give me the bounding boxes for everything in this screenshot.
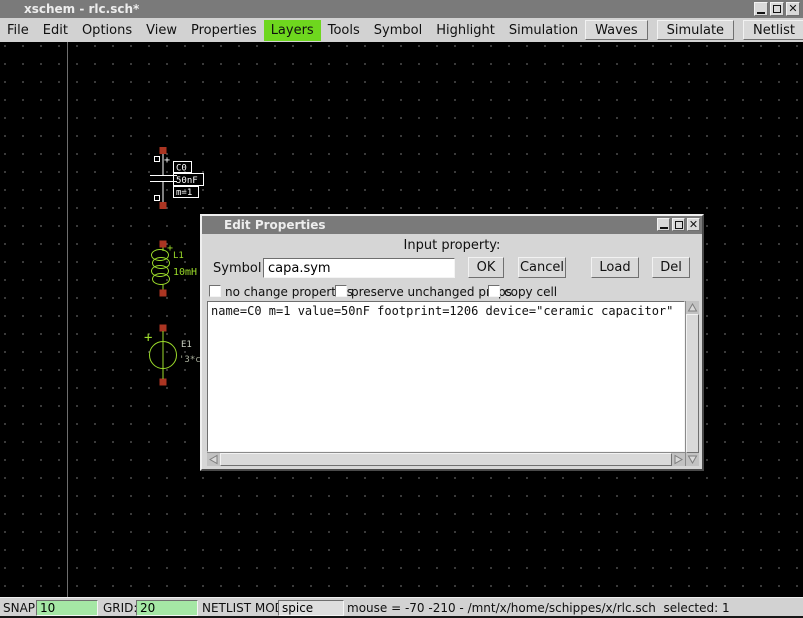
dialog-minimize-button[interactable] bbox=[657, 218, 670, 231]
capacitor-plus-sign: + bbox=[164, 155, 170, 166]
capacitor-mult-label[interactable]: m=1 bbox=[176, 188, 192, 198]
dialog-maximize-icon bbox=[675, 221, 683, 229]
menu-item-tools[interactable]: Tools bbox=[321, 20, 367, 41]
scroll-right-icon bbox=[673, 454, 684, 465]
capacitor-pin-bottom[interactable] bbox=[160, 202, 167, 209]
window-title: xschem - rlc.sch* bbox=[0, 2, 139, 16]
grid-label: GRID: bbox=[103, 601, 137, 615]
inductor-pin-top[interactable] bbox=[160, 241, 167, 248]
dialog-minimize-icon bbox=[660, 227, 668, 229]
dialog-titlebar[interactable]: Edit Properties ✕ bbox=[202, 216, 702, 234]
copy-cell-checkbox[interactable] bbox=[488, 285, 500, 297]
inductor-coil bbox=[152, 250, 170, 285]
menu-item-options[interactable]: Options bbox=[75, 20, 139, 41]
symbol-input[interactable] bbox=[263, 258, 455, 278]
menu-item-edit[interactable]: Edit bbox=[36, 20, 75, 41]
capacitor-component[interactable]: + C0 50nF m=1 bbox=[150, 147, 204, 209]
no-change-properties-label: no change properties bbox=[225, 285, 353, 299]
maximize-button[interactable] bbox=[770, 2, 784, 16]
symbol-label: Symbol bbox=[213, 261, 261, 276]
netlist-mode-input[interactable] bbox=[278, 600, 344, 616]
preserve-unchanged-props-checkbox[interactable] bbox=[335, 285, 347, 297]
dialog-title: Edit Properties bbox=[202, 218, 326, 232]
close-button[interactable]: ✕ bbox=[786, 2, 800, 16]
vertical-scroll-thumb[interactable] bbox=[686, 314, 699, 453]
menu-item-simulation[interactable]: Simulation bbox=[502, 20, 585, 41]
edit-properties-dialog: Edit Properties ✕ Input property: Symbol… bbox=[200, 214, 704, 471]
menu-item-properties[interactable]: Properties bbox=[184, 20, 264, 41]
vertical-scrollbar[interactable] bbox=[685, 301, 699, 466]
load-button[interactable]: Load bbox=[591, 257, 639, 278]
dialog-controls: ✕ bbox=[657, 218, 700, 231]
capacitor-pinbox-bottom bbox=[155, 196, 160, 201]
inductor-value-label[interactable]: 10mH bbox=[173, 267, 197, 278]
horizontal-scroll-thumb[interactable] bbox=[220, 453, 672, 466]
symbol-row: Symbol OK Cancel Load Del bbox=[202, 255, 702, 283]
window-titlebar: xschem - rlc.sch* ✕ bbox=[0, 0, 803, 18]
minimize-icon bbox=[757, 12, 765, 14]
horizontal-scrollbar[interactable] bbox=[207, 452, 685, 466]
scroll-left-button[interactable] bbox=[207, 453, 220, 466]
menubar-buttons: Waves Simulate Netlist Help bbox=[585, 20, 803, 40]
source-pin-top[interactable] bbox=[160, 325, 167, 332]
maximize-icon bbox=[773, 5, 781, 13]
close-icon: ✕ bbox=[788, 4, 797, 14]
no-change-properties-checkbox[interactable] bbox=[209, 285, 221, 297]
scroll-down-button[interactable] bbox=[686, 453, 699, 466]
source-component[interactable]: + E1 '3*c bbox=[144, 325, 201, 386]
capacitor-ref-label[interactable]: C0 bbox=[176, 164, 187, 174]
dialog-close-icon: ✕ bbox=[689, 220, 698, 230]
capacitor-pin-top[interactable] bbox=[160, 147, 167, 154]
mouse-status-text: mouse = -70 -210 - /mnt/x/home/schippes/… bbox=[347, 601, 730, 615]
canvas-axis-line bbox=[67, 42, 68, 597]
copy-cell-label: copy cell bbox=[504, 285, 557, 299]
cancel-button[interactable]: Cancel bbox=[518, 257, 566, 278]
scroll-down-icon bbox=[687, 454, 698, 465]
capacitor-value-label[interactable]: 50nF bbox=[176, 176, 198, 186]
inductor-component[interactable]: + L1 10mH bbox=[152, 241, 198, 297]
menu-item-file[interactable]: File bbox=[0, 20, 36, 41]
source-ref-label[interactable]: E1 bbox=[181, 340, 192, 350]
minimize-button[interactable] bbox=[754, 2, 768, 16]
checkbox-row: no change properties preserve unchanged … bbox=[202, 283, 702, 301]
inductor-pin-bottom[interactable] bbox=[160, 290, 167, 297]
source-plus-sign: + bbox=[144, 330, 152, 346]
ok-button[interactable]: OK bbox=[468, 257, 504, 278]
snap-input[interactable] bbox=[36, 600, 98, 616]
input-property-label: Input property: bbox=[202, 234, 702, 255]
del-button[interactable]: Del bbox=[652, 257, 690, 278]
scroll-up-icon bbox=[687, 302, 698, 313]
dialog-maximize-button[interactable] bbox=[672, 218, 685, 231]
property-textarea[interactable]: name=C0 m=1 value=50nF footprint=1206 de… bbox=[207, 301, 685, 452]
scroll-right-button[interactable] bbox=[672, 453, 685, 466]
netlist-button[interactable]: Netlist bbox=[743, 20, 803, 40]
waves-button[interactable]: Waves bbox=[585, 20, 647, 40]
menu-item-view[interactable]: View bbox=[139, 20, 184, 41]
source-value-label[interactable]: '3*c bbox=[179, 355, 201, 365]
simulate-button[interactable]: Simulate bbox=[657, 20, 734, 40]
scroll-left-icon bbox=[208, 454, 219, 465]
grid-input[interactable] bbox=[136, 600, 198, 616]
statusbar: SNAP: GRID: NETLIST MODE: mouse = -70 -2… bbox=[0, 597, 803, 618]
source-pin-bottom[interactable] bbox=[160, 379, 167, 386]
dialog-close-button[interactable]: ✕ bbox=[687, 218, 700, 231]
snap-label: SNAP: bbox=[3, 601, 39, 615]
menu-item-highlight[interactable]: Highlight bbox=[429, 20, 502, 41]
menu-item-symbol[interactable]: Symbol bbox=[367, 20, 429, 41]
window-controls: ✕ bbox=[754, 2, 800, 16]
menubar: File Edit Options View Properties Layers… bbox=[0, 18, 803, 42]
property-text-widget: name=C0 m=1 value=50nF footprint=1206 de… bbox=[207, 301, 699, 466]
capacitor-pinbox-top bbox=[155, 157, 160, 162]
xschem-window: xschem - rlc.sch* ✕ File Edit Options Vi… bbox=[0, 0, 803, 618]
scroll-up-button[interactable] bbox=[686, 301, 699, 314]
menu-item-layers[interactable]: Layers bbox=[264, 20, 321, 41]
inductor-ref-label[interactable]: L1 bbox=[173, 251, 184, 261]
